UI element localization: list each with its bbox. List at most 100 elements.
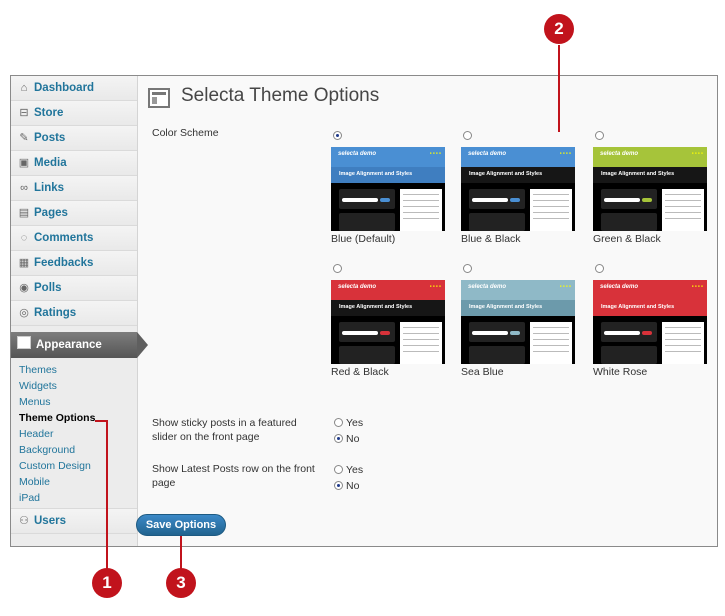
preview-section-bar: Image Alignment and Styles (461, 300, 575, 316)
submenu-item-menus[interactable]: Menus (11, 394, 137, 410)
preview-nav: ● ● ● ● (429, 284, 441, 288)
color-scheme-label: Color Scheme (152, 127, 219, 139)
sidebar-item-label: Store (34, 107, 64, 119)
color-scheme-radio[interactable] (595, 264, 604, 273)
preview-demo-title: selecta demo (468, 151, 507, 157)
preview-text-block (400, 322, 442, 364)
latest-posts-label: Show Latest Posts row on the front page (152, 463, 315, 489)
sidebar-item-polls[interactable]: ◉ Polls (11, 276, 137, 301)
sidebar-item-label: Users (34, 515, 66, 527)
sidebar-item-appearance[interactable]: Appearance (11, 332, 148, 358)
color-scheme-preview[interactable]: selecta demo ● ● ● ● Image Alignment and S… (461, 280, 575, 364)
preview-header: selecta demo ● ● ● ● (461, 280, 575, 300)
feedback-icon: ▦ (18, 257, 30, 269)
preview-nav: ● ● ● ● (559, 284, 571, 288)
preview-header: selecta demo ● ● ● ● (593, 280, 707, 300)
sidebar-item-links[interactable]: ∞ Links (11, 176, 137, 201)
submenu-item-theme-options[interactable]: Theme Options (11, 410, 137, 426)
link-icon: ∞ (20, 182, 28, 194)
preview-section-bar: Image Alignment and Styles (331, 167, 445, 183)
submenu-item-background[interactable]: Background (11, 442, 137, 458)
submenu-item-custom-design[interactable]: Custom Design (11, 458, 137, 474)
comment-icon: ◌ (20, 232, 28, 244)
latest-yes-radio[interactable] (334, 465, 343, 474)
preview-text-block (662, 322, 704, 364)
preview-button (380, 331, 390, 335)
sidebar-item-media[interactable]: ▣ Media (11, 151, 137, 176)
option-label: Yes (346, 417, 364, 429)
preview-demo-title: selecta demo (338, 151, 377, 157)
preview-section-title: Image Alignment and Styles (469, 171, 543, 177)
sidebar-item-dashboard[interactable]: ⌂ Dashboard (11, 76, 137, 101)
color-scheme-radio[interactable] (595, 131, 604, 140)
option-label: No (346, 433, 360, 445)
color-scheme-preview[interactable]: selecta demo ● ● ● ● Image Alignment and S… (593, 147, 707, 231)
theme-options-icon (148, 88, 170, 108)
latest-no-option[interactable]: No (334, 480, 359, 492)
color-scheme-preview[interactable]: selecta demo ● ● ● ● Image Alignment and S… (331, 280, 445, 364)
preview-field (472, 331, 508, 335)
submenu-item-mobile[interactable]: Mobile (11, 474, 137, 490)
sticky-no-option[interactable]: No (334, 433, 359, 445)
sidebar-item-comments[interactable]: ◌ Comments (11, 226, 137, 251)
latest-no-radio[interactable] (334, 481, 343, 490)
admin-sidebar: ⌂ Dashboard ⊟ Store ✎ Posts ▣ Media ∞ Links ▤… (11, 76, 148, 546)
color-scheme-radio[interactable] (333, 264, 342, 273)
main-content: Selecta Theme Options Color Scheme selec… (138, 76, 717, 546)
callout-2-leader (558, 45, 560, 132)
sidebar-item-store[interactable]: ⊟ Store (11, 101, 137, 126)
sticky-yes-option[interactable]: Yes (334, 417, 363, 429)
callout-1-leader-v (106, 420, 108, 572)
submenu-item-themes[interactable]: Themes (11, 362, 137, 378)
option-label: No (346, 480, 360, 492)
sidebar-item-label: Polls (34, 282, 62, 294)
preview-search-widget (601, 189, 657, 209)
sidebar-item-label: Comments (34, 232, 94, 244)
callout-3: 3 (166, 568, 196, 598)
preview-header: selecta demo ● ● ● ● (331, 280, 445, 300)
preview-field (342, 331, 378, 335)
sticky-no-radio[interactable] (334, 434, 343, 443)
submenu-item-ipad[interactable]: iPad (11, 490, 137, 506)
preview-demo-title: selecta demo (600, 151, 639, 157)
color-scheme-radio[interactable] (463, 264, 472, 273)
sidebar-item-ratings[interactable]: ◎ Ratings (11, 301, 137, 326)
color-scheme-preview[interactable]: selecta demo ● ● ● ● Image Alignment and S… (331, 147, 445, 231)
preview-nav: ● ● ● ● (559, 151, 571, 155)
preview-button (380, 198, 390, 202)
sidebar-item-posts[interactable]: ✎ Posts (11, 126, 137, 151)
sticky-yes-radio[interactable] (334, 418, 343, 427)
color-scheme-preview[interactable]: selecta demo ● ● ● ● Image Alignment and S… (461, 147, 575, 231)
color-scheme-radio[interactable] (463, 131, 472, 140)
sidebar-item-label: Media (34, 157, 67, 169)
preview-section-title: Image Alignment and Styles (339, 304, 413, 310)
option-label: Yes (346, 464, 364, 476)
latest-yes-option[interactable]: Yes (334, 464, 363, 476)
preview-section-bar: Image Alignment and Styles (331, 300, 445, 316)
preview-button (642, 198, 652, 202)
preview-text-block (530, 322, 572, 364)
preview-header: selecta demo ● ● ● ● (331, 147, 445, 167)
sidebar-item-feedbacks[interactable]: ▦ Feedbacks (11, 251, 137, 276)
preview-button (642, 331, 652, 335)
sidebar-item-users[interactable]: ⚇ Users (11, 508, 137, 534)
cart-icon: ⊟ (19, 107, 29, 119)
color-scheme-name: Blue & Black (461, 233, 521, 245)
preview-text-block (400, 189, 442, 231)
submenu-item-widgets[interactable]: Widgets (11, 378, 137, 394)
pages-icon: ▤ (18, 207, 30, 219)
save-options-button[interactable]: Save Options (136, 514, 226, 536)
sidebar-item-label: Pages (34, 207, 68, 219)
users-icon: ⚇ (19, 515, 29, 527)
color-scheme-preview[interactable]: selecta demo ● ● ● ● Image Alignment and S… (593, 280, 707, 364)
color-scheme-name: Green & Black (593, 233, 661, 245)
sidebar-item-pages[interactable]: ▤ Pages (11, 201, 137, 226)
color-scheme-radio[interactable] (333, 131, 342, 140)
preview-categories-widget (469, 346, 525, 364)
sidebar-item-label: Appearance (36, 339, 102, 351)
preview-section-title: Image Alignment and Styles (601, 304, 675, 310)
preview-search-widget (339, 189, 395, 209)
submenu-item-header[interactable]: Header (11, 426, 137, 442)
color-scheme-name: Sea Blue (461, 366, 504, 378)
appearance-submenu: Themes Widgets Menus Theme Options Heade… (11, 358, 137, 508)
